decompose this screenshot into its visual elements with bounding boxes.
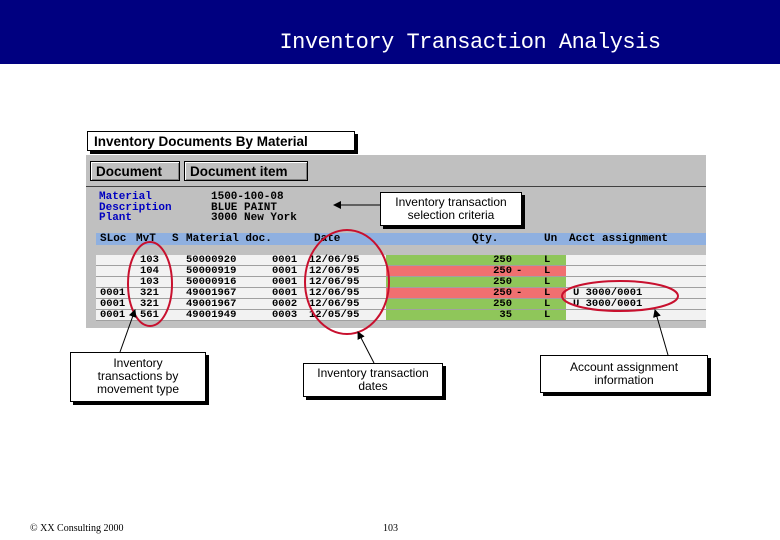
cell-mvt: 104 — [140, 265, 159, 277]
slide-title: Inventory Transaction Analysis — [279, 30, 661, 55]
dates-arrow — [357, 331, 375, 364]
cell-acct-assignment: U 3000/0001 — [573, 298, 643, 310]
cell-sloc: 0001 — [100, 287, 126, 299]
cell-mvt: 561 — [140, 309, 159, 321]
col-material-doc[interactable]: Material doc. — [186, 233, 272, 245]
cell-material-doc: 49001949 — [186, 309, 237, 321]
col-qty[interactable]: Qty. — [472, 233, 498, 245]
cell-date: 12/05/95 — [309, 309, 360, 321]
criteria-label: Material — [99, 191, 152, 203]
cell-un: L — [544, 254, 551, 266]
selection-criteria: Material 1500-100-08 Description BLUE PAIN… — [99, 192, 297, 224]
cell-item: 0002 — [272, 298, 298, 310]
cell-item: 0001 — [272, 276, 298, 288]
col-sloc[interactable]: SLoc — [100, 233, 126, 245]
cell-mvt: 103 — [140, 276, 159, 288]
cell-mvt: 321 — [140, 287, 159, 299]
col-acct-assignment[interactable]: Acct assignment — [569, 233, 668, 245]
quantity-status-fill — [386, 266, 566, 276]
criteria-value: 3000 New York — [211, 212, 297, 224]
cell-material-doc: 50000916 — [186, 276, 237, 288]
cell-item: 0003 — [272, 309, 298, 321]
cell-material-doc: 50000919 — [186, 265, 237, 277]
cell-date: 12/06/95 — [309, 254, 360, 266]
cell-date: 12/06/95 — [309, 298, 360, 310]
cell-item: 0001 — [272, 287, 298, 299]
table-row[interactable]: 0001 561 49001949 0003 12/05/95 35 L — [96, 310, 706, 321]
screen-title: Inventory Documents By Material — [87, 131, 355, 151]
page-number: 103 — [383, 523, 398, 534]
quantity-status-fill — [386, 255, 566, 265]
title-banner: Inventory Transaction Analysis — [0, 0, 780, 64]
col-s[interactable]: S — [172, 233, 179, 245]
cell-un: L — [544, 287, 551, 299]
cell-qty: 250 — [493, 298, 512, 310]
cell-material-doc: 49001967 — [186, 287, 237, 299]
cell-un: L — [544, 309, 551, 321]
quantity-status-fill — [386, 299, 566, 309]
cell-material-doc: 50000920 — [186, 254, 237, 266]
cell-qty: 250 — [493, 254, 512, 266]
document-item-button[interactable]: Document item — [184, 161, 308, 181]
callout-account-assignment: Account assignment information — [540, 355, 708, 393]
col-date[interactable]: Date — [314, 233, 340, 245]
cell-qty: 250 — [493, 287, 512, 299]
quantity-status-fill — [386, 288, 566, 298]
cell-date: 12/06/95 — [309, 276, 360, 288]
col-un[interactable]: Un — [544, 233, 557, 245]
callout-transaction-dates: Inventory transaction dates — [303, 363, 443, 397]
quantity-status-fill — [386, 310, 566, 320]
cell-sloc: 0001 — [100, 309, 126, 321]
cell-item: 0001 — [272, 254, 298, 266]
cell-un: L — [544, 265, 551, 277]
cell-material-doc: 49001967 — [186, 298, 237, 310]
quantity-status-fill — [386, 277, 566, 287]
criteria-label: Plant — [99, 212, 133, 224]
copyright-notice: © XX Consulting 2000 — [30, 523, 124, 534]
cell-qty: 250 — [493, 265, 512, 277]
cell-acct-assignment: U 3000/0001 — [573, 287, 643, 299]
document-list: 103 50000920 0001 12/06/95 250 L 104 50000919 00… — [96, 255, 706, 321]
cell-date: 12/06/95 — [309, 287, 360, 299]
application-toolbar: Document Document item — [86, 155, 706, 187]
cell-date: 12/06/95 — [309, 265, 360, 277]
column-header: SLoc MvT S Material doc. Date Qty. Un Ac… — [96, 233, 706, 245]
cell-un: L — [544, 276, 551, 288]
cell-sloc: 0001 — [100, 298, 126, 310]
callout-selection-criteria: Inventory transaction selection criteria — [380, 192, 522, 226]
callout-movement-type: Inventory transactions by movement type — [70, 352, 206, 402]
sap-screen: Document Document item Material 1500-100-… — [86, 155, 706, 328]
criteria-row: Plant 3000 New York — [99, 213, 297, 224]
criteria-row: Material 1500-100-08 — [99, 192, 297, 203]
cell-qty: 35 — [499, 309, 512, 321]
cell-un: L — [544, 298, 551, 310]
col-mvt[interactable]: MvT — [136, 233, 156, 245]
cell-item: 0001 — [272, 265, 298, 277]
cell-mvt: 103 — [140, 254, 159, 266]
criteria-value: 1500-100-08 — [211, 191, 284, 203]
cell-sign: - — [516, 287, 523, 299]
cell-qty: 250 — [493, 276, 512, 288]
cell-sign: - — [516, 265, 523, 277]
cell-mvt: 321 — [140, 298, 159, 310]
document-button[interactable]: Document — [90, 161, 180, 181]
